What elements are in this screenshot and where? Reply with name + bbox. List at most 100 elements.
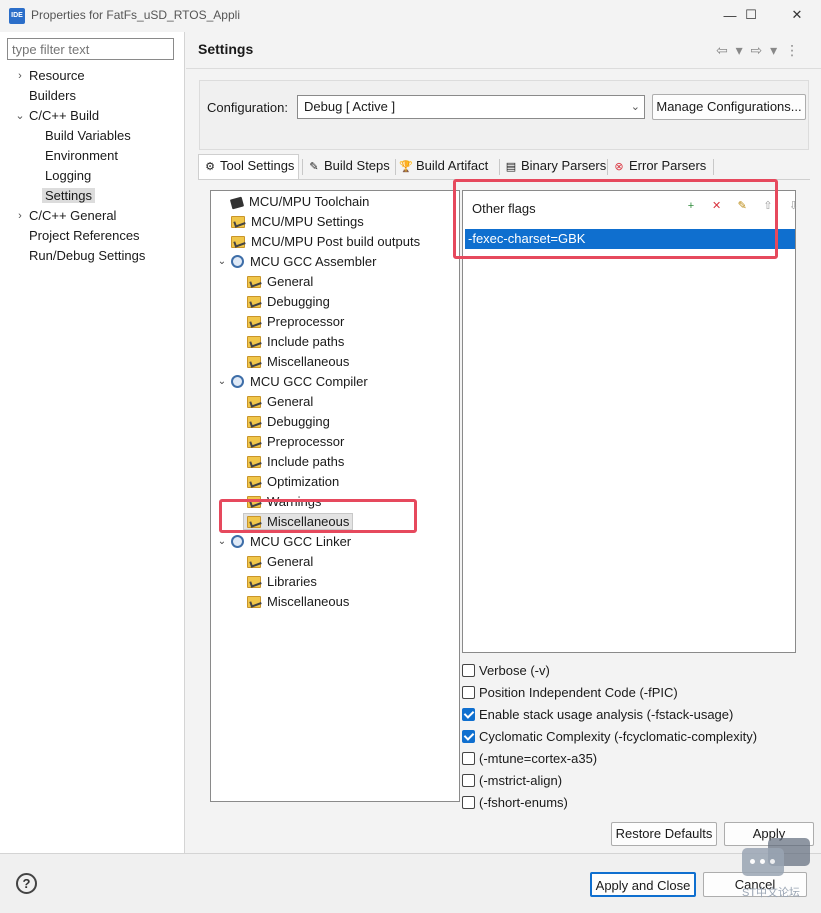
tree-item-cc-preprocessor[interactable]: Preprocessor: [247, 432, 344, 452]
mstrict-align-checkbox[interactable]: [462, 774, 475, 787]
settings-folder-icon: [231, 236, 245, 248]
stack-usage-checkbox[interactable]: [462, 708, 475, 721]
page-title: Settings: [198, 41, 254, 57]
header-divider: [186, 68, 821, 69]
binary-icon: ▤: [505, 161, 517, 173]
tree-item-ld-miscellaneous[interactable]: Miscellaneous: [247, 592, 349, 612]
cyclomatic-checkbox[interactable]: [462, 730, 475, 743]
watermark-text: ST中文论坛: [742, 887, 801, 899]
tree-item-cc-optimization[interactable]: Optimization: [247, 472, 339, 492]
tab-label: Build Steps: [324, 158, 390, 173]
history-nav-buttons[interactable]: ⇦ ▾ ⇨ ▾ ⋮: [716, 42, 801, 59]
tree-item-asm-miscellaneous[interactable]: Miscellaneous: [247, 352, 349, 372]
sidebar-item-label: Resource: [29, 68, 85, 83]
tree-item-ld-general[interactable]: General: [247, 552, 313, 572]
settings-folder-icon: [231, 216, 245, 228]
tab-error-parsers[interactable]: ⊗ Error Parsers: [608, 155, 710, 179]
dialog-button-bar: ? Apply and Close Cancel: [0, 853, 821, 913]
move-down-icon[interactable]: ⇩: [786, 198, 802, 214]
tab-label: Tool Settings: [220, 158, 295, 173]
collapse-icon[interactable]: ⌄: [216, 532, 228, 552]
filter-input[interactable]: [7, 38, 174, 60]
sidebar-item-label: Run/Debug Settings: [29, 248, 146, 263]
tree-item-asm-preprocessor[interactable]: Preprocessor: [247, 312, 344, 332]
tab-binary-parsers[interactable]: ▤ Binary Parsers: [500, 155, 610, 179]
tree-item-label: MCU GCC Linker: [250, 534, 352, 549]
tree-item-assembler[interactable]: ⌄ MCU GCC Assembler: [218, 252, 377, 272]
tree-item-label: Libraries: [267, 574, 317, 589]
tree-item-label: General: [267, 554, 314, 569]
tab-build-artifact[interactable]: 🏆 Build Artifact: [395, 155, 492, 179]
sidebar-item-builders[interactable]: Builders: [29, 86, 76, 106]
option-label: (-fshort-enums): [479, 795, 568, 810]
tree-item-linker[interactable]: ⌄ MCU GCC Linker: [218, 532, 352, 552]
fpic-checkbox[interactable]: [462, 686, 475, 699]
tree-item-asm-general[interactable]: General: [247, 272, 313, 292]
settings-folder-icon: [247, 456, 261, 468]
flags-highlight-box: [453, 179, 778, 259]
tree-item-label: MCU GCC Assembler: [250, 254, 377, 269]
verbose-checkbox[interactable]: [462, 664, 475, 677]
close-button[interactable]: ✕: [777, 0, 817, 30]
tree-item-mcu-settings[interactable]: MCU/MPU Settings: [231, 212, 364, 232]
other-flags-list[interactable]: Other flags + ✕ ✎ ⇧ ⇩ -fexec-charset=GBK: [462, 190, 798, 653]
manage-configurations-button[interactable]: Manage Configurations...: [652, 94, 806, 120]
tree-item-label: MCU/MPU Settings: [251, 214, 364, 229]
cyclomatic-checkbox-row[interactable]: Cyclomatic Complexity (-fcyclomatic-comp…: [462, 727, 757, 747]
sidebar-item-build-variables[interactable]: Build Variables: [45, 126, 131, 146]
collapse-icon[interactable]: ⌄: [216, 252, 228, 272]
tree-item-label: MCU/MPU Post build outputs: [251, 234, 421, 249]
tree-item-cc-general[interactable]: General: [247, 392, 313, 412]
tree-item-cc-include-paths[interactable]: Include paths: [247, 452, 344, 472]
sidebar-item-settings[interactable]: Settings: [42, 186, 95, 206]
tree-item-cc-debugging[interactable]: Debugging: [247, 412, 330, 432]
sidebar-item-cpp-general[interactable]: › C/C++ General: [18, 206, 116, 226]
verbose-checkbox-row[interactable]: Verbose (-v): [462, 661, 550, 681]
sidebar-item-label: Logging: [45, 168, 92, 183]
tree-item-asm-debugging[interactable]: Debugging: [247, 292, 330, 312]
sidebar-item-project-references[interactable]: Project References: [29, 226, 140, 246]
option-label: Verbose (-v): [479, 663, 550, 678]
stack-usage-checkbox-row[interactable]: Enable stack usage analysis (-fstack-usa…: [462, 705, 733, 725]
sidebar-item-environment[interactable]: Environment: [45, 146, 118, 166]
sidebar-item-cpp-build[interactable]: ⌄ C/C++ Build: [15, 106, 99, 126]
expand-icon[interactable]: ›: [14, 66, 26, 86]
settings-folder-icon: [247, 316, 261, 328]
sidebar-item-resource[interactable]: › Resource: [18, 66, 85, 86]
settings-folder-icon: [247, 416, 261, 428]
tree-item-asm-include-paths[interactable]: Include paths: [247, 332, 344, 352]
fpic-checkbox-row[interactable]: Position Independent Code (-fPIC): [462, 683, 678, 703]
tool-icon: [231, 375, 244, 388]
fshort-enums-checkbox-row[interactable]: (-fshort-enums): [462, 793, 568, 813]
collapse-icon[interactable]: ⌄: [216, 372, 228, 392]
mtune-checkbox[interactable]: [462, 752, 475, 765]
settings-folder-icon: [247, 396, 261, 408]
tree-item-post-build[interactable]: MCU/MPU Post build outputs: [231, 232, 420, 252]
tree-item-compiler[interactable]: ⌄ MCU GCC Compiler: [218, 372, 368, 392]
tab-build-steps[interactable]: ✎ Build Steps: [303, 155, 394, 179]
sidebar-item-run-debug-settings[interactable]: Run/Debug Settings: [29, 246, 145, 266]
tree-item-label: Debugging: [267, 414, 330, 429]
tree-item-ld-libraries[interactable]: Libraries: [247, 572, 317, 592]
apply-and-close-button[interactable]: Apply and Close: [590, 872, 696, 897]
maximize-button[interactable]: ☐: [731, 0, 771, 30]
sidebar-item-logging[interactable]: Logging: [45, 166, 91, 186]
tree-item-label: Preprocessor: [267, 434, 345, 449]
restore-defaults-button[interactable]: Restore Defaults: [611, 822, 717, 846]
collapse-icon[interactable]: ⌄: [14, 106, 26, 126]
tab-tool-settings[interactable]: ⚙ Tool Settings: [198, 154, 300, 180]
tool-settings-panel: MCU/MPU Toolchain MCU/MPU Settings MCU/M…: [198, 179, 810, 810]
chevron-down-icon: ⌄: [630, 101, 640, 113]
tool-settings-tree: MCU/MPU Toolchain MCU/MPU Settings MCU/M…: [210, 190, 460, 802]
expand-icon[interactable]: ›: [14, 206, 26, 226]
tool-icon: [231, 535, 244, 548]
option-label: (-mtune=cortex-a35): [479, 751, 598, 766]
help-icon[interactable]: ?: [16, 873, 37, 894]
tab-label: Error Parsers: [629, 158, 707, 173]
mtune-checkbox-row[interactable]: (-mtune=cortex-a35): [462, 749, 597, 769]
settings-folder-icon: [247, 276, 261, 288]
tree-item-toolchain[interactable]: MCU/MPU Toolchain: [229, 192, 369, 212]
configuration-select[interactable]: Debug [ Active ] ⌄: [297, 95, 645, 119]
mstrict-align-checkbox-row[interactable]: (-mstrict-align): [462, 771, 562, 791]
fshort-enums-checkbox[interactable]: [462, 796, 475, 809]
